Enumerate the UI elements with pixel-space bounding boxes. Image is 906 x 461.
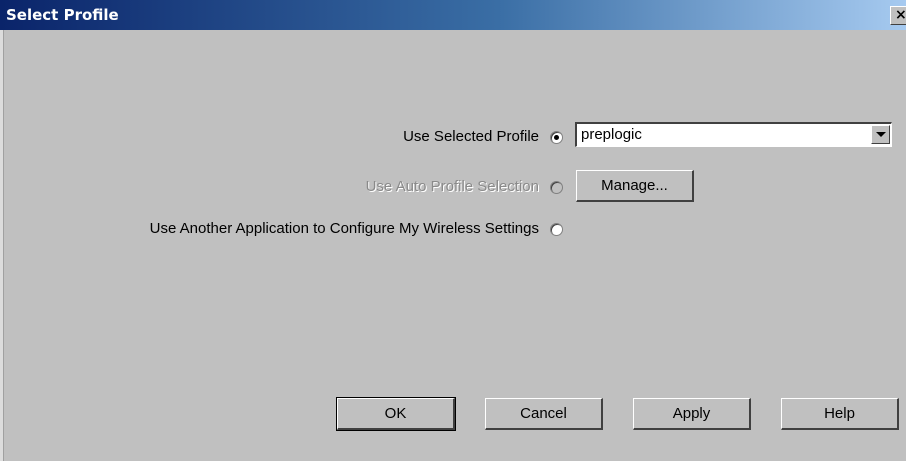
- use-auto-profile-selection-label: Use Auto Profile Selection: [365, 178, 539, 195]
- help-button[interactable]: Help: [781, 398, 899, 430]
- ok-button[interactable]: OK: [336, 397, 456, 431]
- profile-dropdown-value: preplogic: [581, 126, 642, 143]
- window-title: Select Profile: [6, 6, 119, 24]
- apply-button[interactable]: Apply: [633, 398, 751, 430]
- use-selected-profile-label: Use Selected Profile: [403, 128, 539, 145]
- close-button[interactable]: ×: [890, 6, 906, 25]
- manage-button[interactable]: Manage...: [576, 170, 694, 202]
- profile-dropdown[interactable]: preplogic: [575, 122, 892, 147]
- radio-selected-dot: [554, 135, 559, 140]
- select-profile-dialog: Select Profile × Use Selected Profile pr…: [0, 0, 906, 461]
- title-bar[interactable]: Select Profile ×: [0, 0, 906, 30]
- use-another-application-radio[interactable]: [550, 223, 563, 236]
- use-another-application-label: Use Another Application to Configure My …: [149, 220, 539, 237]
- cancel-button[interactable]: Cancel: [485, 398, 603, 430]
- left-border: [0, 30, 4, 461]
- use-auto-profile-selection-radio[interactable]: [550, 181, 563, 194]
- use-selected-profile-radio[interactable]: [550, 131, 563, 144]
- close-icon: ×: [895, 7, 906, 23]
- chevron-down-icon[interactable]: [871, 125, 890, 144]
